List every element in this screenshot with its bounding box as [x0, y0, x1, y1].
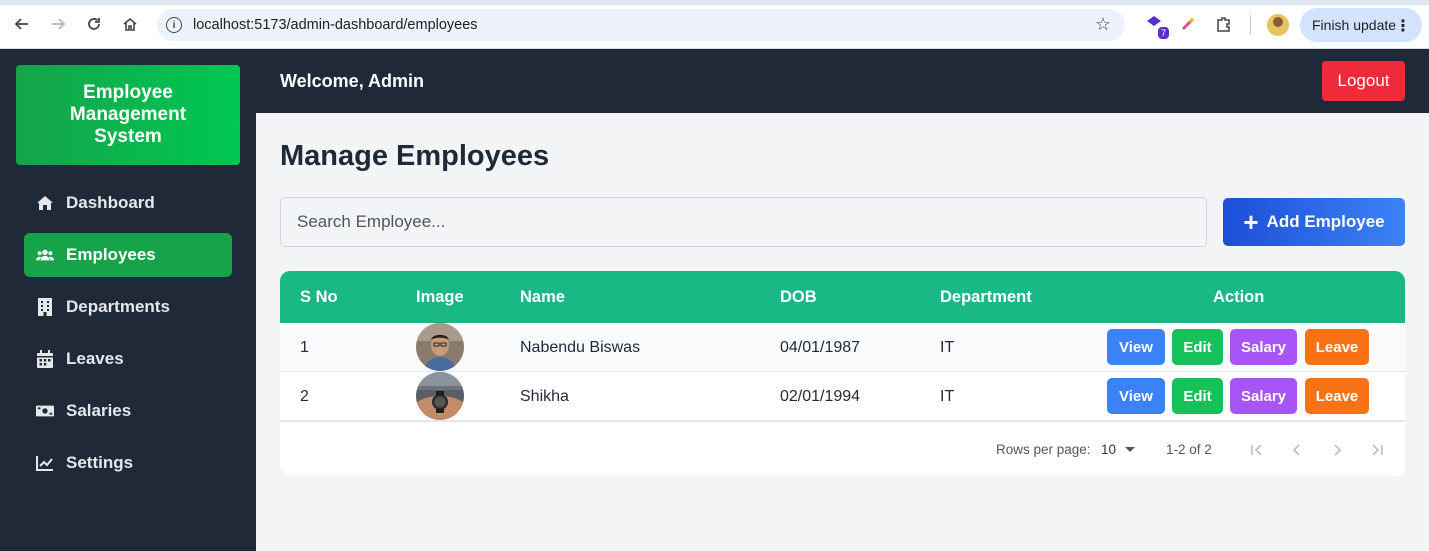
sidebar-item-salaries[interactable]: Salaries — [24, 389, 232, 433]
extension-badge: 7 — [1157, 27, 1169, 39]
url-text: localhost:5173/admin-dashboard/employees — [193, 17, 478, 33]
edit-button[interactable]: Edit — [1172, 378, 1223, 414]
salary-button[interactable]: Salary — [1230, 378, 1297, 414]
forward-icon[interactable] — [46, 12, 70, 36]
puzzle-extensions-icon[interactable] — [1213, 13, 1235, 35]
salary-button[interactable]: Salary — [1230, 329, 1297, 365]
next-page-icon[interactable] — [1327, 440, 1347, 460]
sidebar-item-label: Settings — [66, 453, 134, 472]
sidebar-item-departments[interactable]: Departments — [24, 285, 232, 329]
bookmark-star-icon[interactable]: ☆ — [1095, 14, 1111, 35]
users-icon — [36, 246, 54, 264]
cell-department: IT — [940, 388, 955, 405]
site-info-icon[interactable]: i — [166, 17, 182, 33]
color-picker-extension-icon[interactable] — [1177, 13, 1199, 35]
employee-avatar — [416, 323, 464, 371]
brand-logo: Employee Management System — [16, 65, 240, 165]
sidebar-item-leaves[interactable]: Leaves — [24, 337, 232, 381]
back-icon[interactable] — [10, 12, 34, 36]
cell-name: Nabendu Biswas — [520, 339, 641, 356]
first-page-icon[interactable] — [1247, 440, 1267, 460]
sidebar-item-settings[interactable]: Settings — [24, 441, 232, 485]
sidebar-item-label: Dashboard — [66, 193, 155, 212]
add-employee-label: Add Employee — [1266, 212, 1385, 231]
sidebar-item-dashboard[interactable]: Dashboard — [24, 181, 232, 225]
plus-icon: + — [1243, 207, 1259, 237]
top-header: Welcome, Admin Logout — [256, 49, 1429, 113]
finish-update-label: Finish update — [1312, 17, 1397, 33]
home-icon — [36, 194, 54, 212]
tab-strip-edge — [0, 0, 1429, 5]
sidebar-item-label: Departments — [66, 297, 170, 316]
chart-line-icon — [36, 454, 54, 472]
finish-update-button[interactable]: Finish update ⋮ — [1300, 8, 1422, 42]
building-icon — [36, 298, 54, 316]
table-row: 1 Nabendu Biswas 04/01/1987 IT View Edit… — [280, 323, 1405, 372]
column-header-name[interactable]: Name — [520, 288, 565, 307]
leave-button[interactable]: Leave — [1305, 329, 1369, 365]
table-row: 2 Shikha 02/01/1994 IT View Edit Salary … — [280, 372, 1405, 421]
leave-button[interactable]: Leave — [1305, 378, 1369, 414]
add-employee-button[interactable]: + Add Employee — [1223, 198, 1405, 246]
sidebar: Employee Management System Dashboard Emp… — [0, 49, 256, 551]
edit-button[interactable]: Edit — [1172, 329, 1223, 365]
last-page-icon[interactable] — [1367, 440, 1387, 460]
home-icon[interactable] — [118, 12, 142, 36]
money-icon — [36, 402, 54, 420]
reload-icon[interactable] — [82, 12, 106, 36]
view-button[interactable]: View — [1107, 378, 1165, 414]
profile-avatar[interactable] — [1267, 14, 1289, 36]
column-header-sno[interactable]: S No — [300, 288, 338, 307]
table-header: S No Image Name DOB Department Action — [280, 271, 1405, 323]
cell-name: Shikha — [520, 388, 569, 405]
search-input[interactable] — [280, 197, 1207, 247]
browser-toolbar: i localhost:5173/admin-dashboard/employe… — [0, 0, 1429, 49]
rows-per-page-select[interactable]: 10 — [1101, 442, 1116, 457]
cell-sno: 1 — [300, 339, 309, 356]
toolbar-divider — [1250, 15, 1251, 35]
sidebar-item-label: Salaries — [66, 401, 132, 420]
brand-title: Employee Management System — [69, 82, 187, 147]
column-header-action[interactable]: Action — [1213, 288, 1264, 307]
previous-page-icon[interactable] — [1287, 440, 1307, 460]
rows-per-page-label: Rows per page: — [996, 442, 1091, 457]
chevron-down-icon[interactable] — [1125, 447, 1135, 452]
column-header-dob[interactable]: DOB — [780, 288, 817, 307]
cell-dob: 04/01/1987 — [780, 339, 861, 356]
address-bar[interactable]: i localhost:5173/admin-dashboard/employe… — [157, 9, 1125, 41]
calendar-icon — [36, 350, 54, 368]
cell-department: IT — [940, 339, 955, 356]
employee-avatar — [416, 372, 464, 420]
welcome-text: Welcome, Admin — [280, 71, 425, 91]
page-title: Manage Employees — [280, 140, 550, 172]
column-header-image[interactable]: Image — [416, 288, 464, 307]
employees-table: S No Image Name DOB Department Action 1 … — [280, 271, 1405, 476]
cell-sno: 2 — [300, 388, 309, 405]
pagination: Rows per page: 10 1-2 of 2 — [280, 421, 1405, 476]
extension-icon[interactable]: 7 — [1143, 13, 1169, 39]
pagination-range: 1-2 of 2 — [1166, 442, 1212, 457]
sidebar-item-label: Employees — [66, 245, 156, 264]
sidebar-item-label: Leaves — [66, 349, 124, 368]
column-header-department[interactable]: Department — [940, 288, 1032, 307]
more-menu-icon[interactable]: ⋮ — [1395, 16, 1411, 36]
cell-dob: 02/01/1994 — [780, 388, 861, 405]
logout-button[interactable]: Logout — [1322, 61, 1405, 101]
sidebar-item-employees[interactable]: Employees — [24, 233, 232, 277]
view-button[interactable]: View — [1107, 329, 1165, 365]
